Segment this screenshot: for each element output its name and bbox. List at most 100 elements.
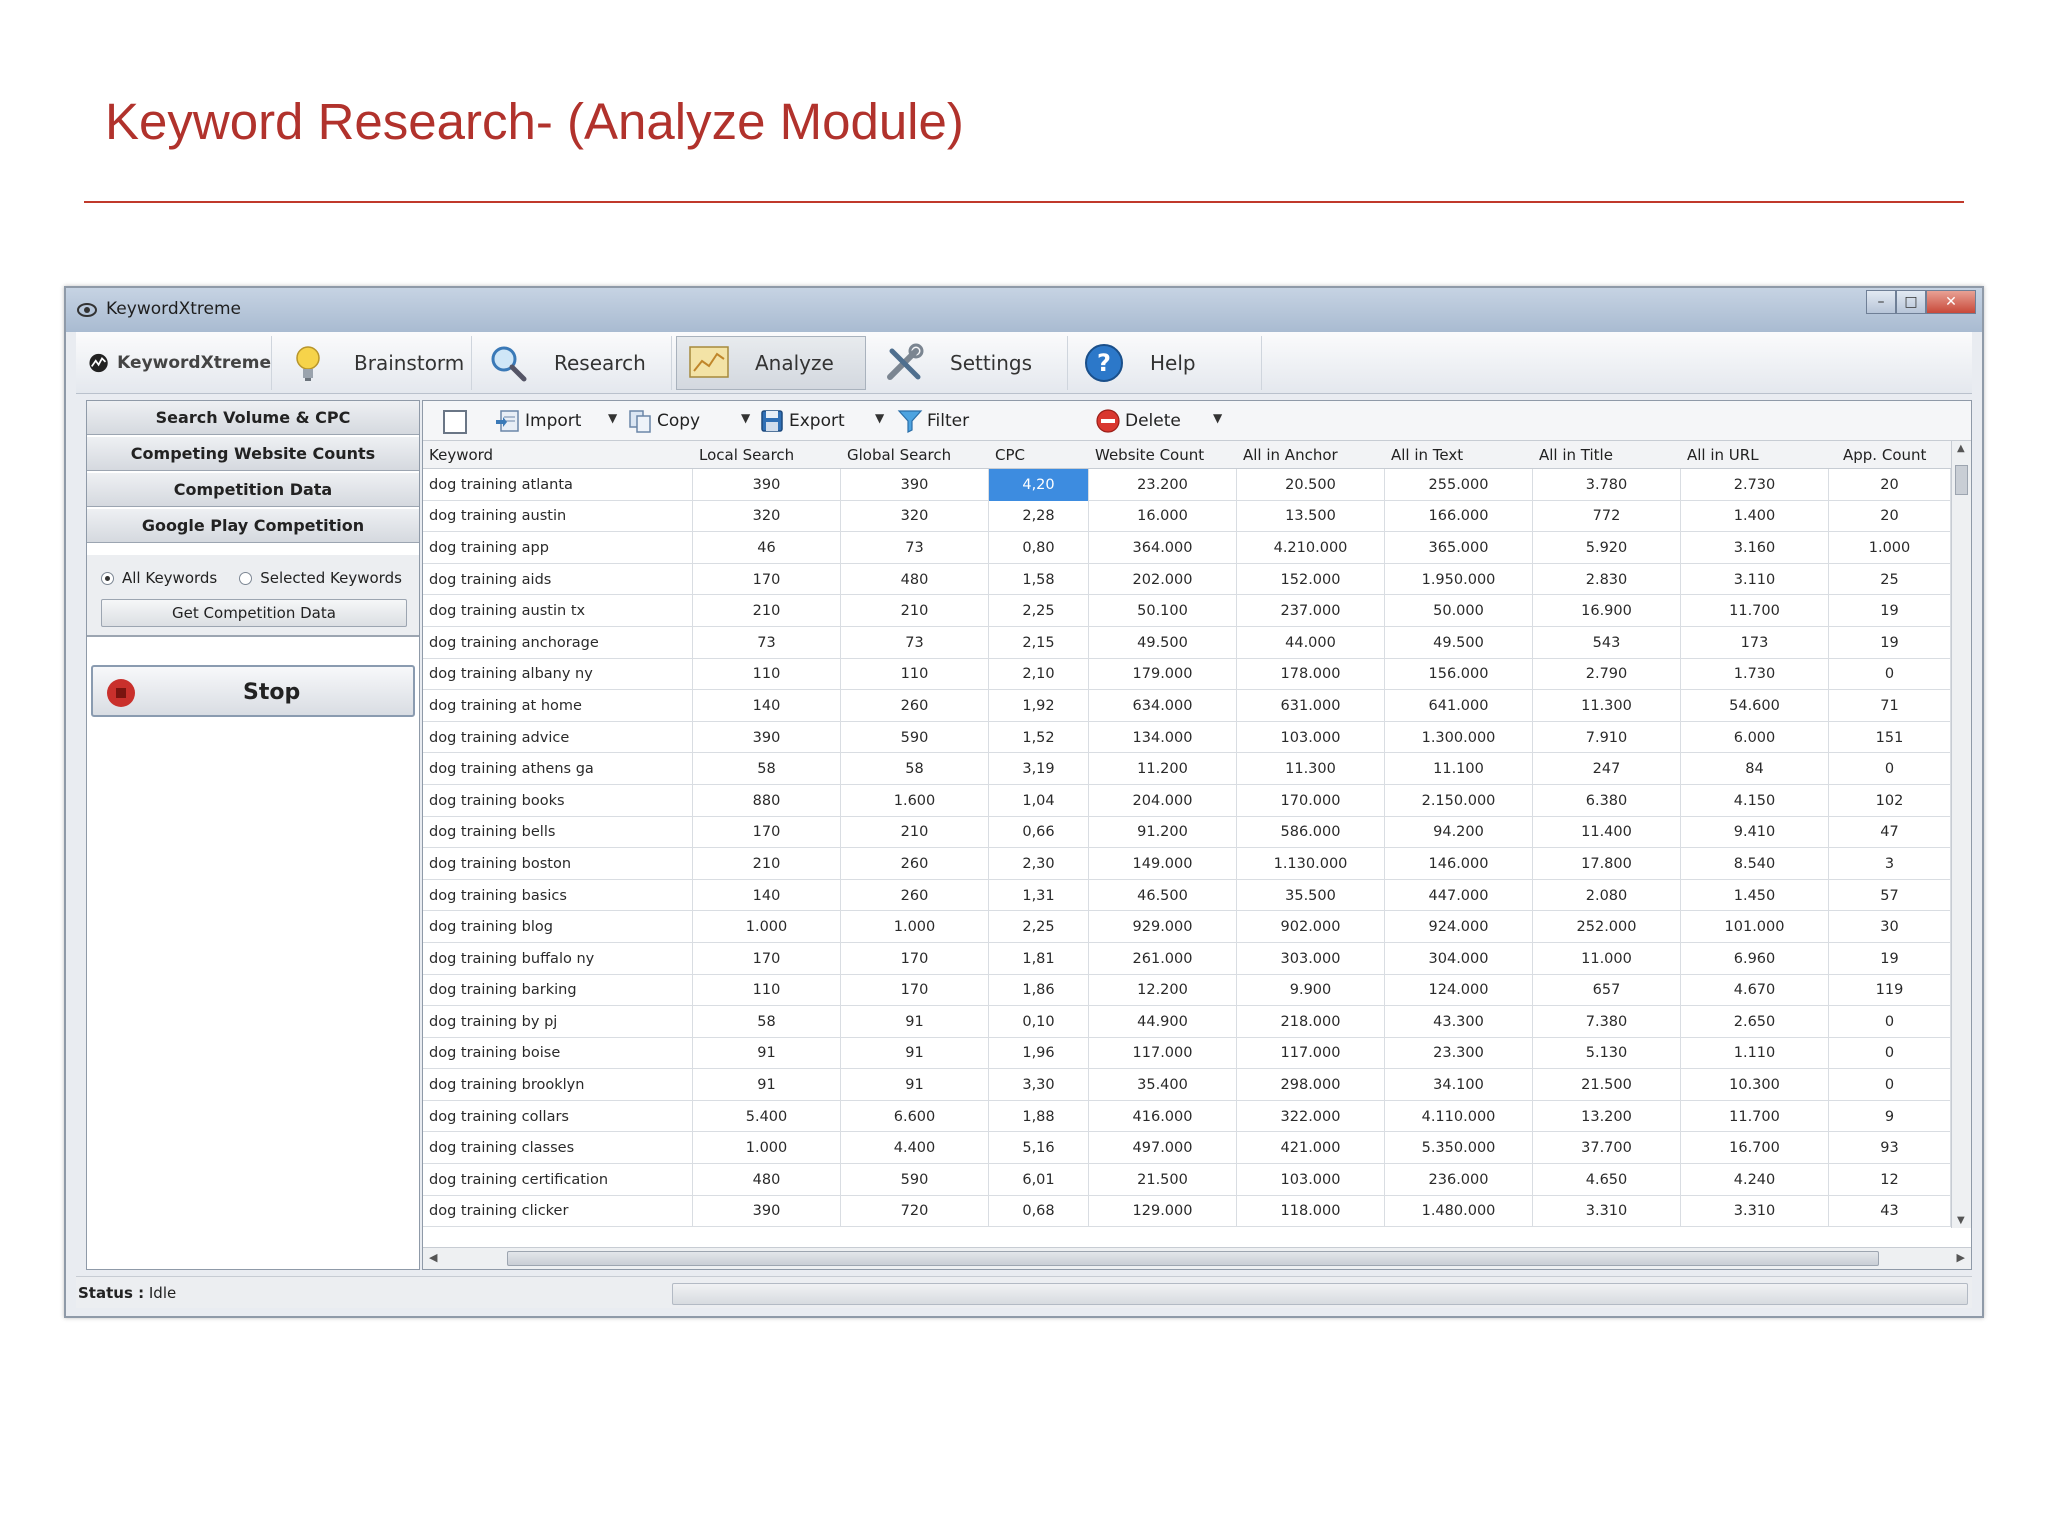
import-button[interactable]: Import [495,407,581,435]
table-row[interactable]: dog training atlanta 390 390 4,20 23.200 20.5… [423,469,1951,501]
cell-all-in-anchor[interactable]: 20.500 [1237,469,1385,501]
cell-local-search[interactable]: 880 [693,784,841,817]
cell-local-search[interactable]: 58 [693,753,841,785]
column-header-all-in-text[interactable]: All in Text [1385,441,1533,469]
column-header-all-in-title[interactable]: All in Title [1533,441,1681,469]
cell-cpc[interactable]: 1,88 [989,1100,1089,1133]
tab-help[interactable]: ? Help [1072,336,1262,390]
cell-keyword[interactable]: dog training buffalo ny [423,942,693,975]
table-row[interactable]: dog training anchorage 73 73 2,15 49.500 44.0… [423,626,1951,659]
all-keywords-radio[interactable] [101,571,114,585]
cell-app-count[interactable]: 71 [1829,690,1951,722]
cell-all-in-title[interactable]: 4.650 [1533,1164,1681,1196]
cell-all-in-title[interactable]: 11.000 [1533,942,1681,975]
table-row[interactable]: dog training albany ny 110 110 2,10 179.000 1… [423,658,1951,691]
cell-keyword[interactable]: dog training classes [423,1132,693,1165]
cell-global-search[interactable]: 58 [841,753,989,785]
cell-all-in-anchor[interactable]: 303.000 [1237,942,1385,975]
cell-all-in-title[interactable]: 5.920 [1533,532,1681,564]
cell-global-search[interactable]: 320 [841,500,989,533]
cell-all-in-text[interactable]: 49.500 [1385,626,1533,659]
cell-app-count[interactable]: 151 [1829,721,1951,754]
tab-home-logo[interactable]: KeywordXtreme [76,336,272,390]
cell-keyword[interactable]: dog training collars [423,1100,693,1133]
vertical-scroll-thumb[interactable] [1955,465,1968,495]
cell-cpc[interactable]: 2,28 [989,500,1089,533]
cell-app-count[interactable]: 20 [1829,500,1951,533]
cell-all-in-text[interactable]: 94.200 [1385,816,1533,849]
cell-all-in-title[interactable]: 11.300 [1533,690,1681,722]
cell-all-in-url[interactable]: 10.300 [1681,1069,1829,1101]
cell-all-in-url[interactable]: 6.960 [1681,942,1829,975]
column-header-keyword[interactable]: Keyword [423,441,693,469]
cell-keyword[interactable]: dog training boise [423,1037,693,1070]
cell-all-in-url[interactable]: 11.700 [1681,595,1829,627]
cell-all-in-url[interactable]: 2.650 [1681,1006,1829,1038]
table-row[interactable]: dog training aids 170 480 1,58 202.000 152.00… [423,563,1951,596]
cell-all-in-anchor[interactable]: 152.000 [1237,563,1385,596]
cell-keyword[interactable]: dog training anchorage [423,626,693,659]
cell-all-in-title[interactable]: 16.900 [1533,595,1681,627]
cell-app-count[interactable]: 3 [1829,848,1951,880]
cell-app-count[interactable]: 0 [1829,1006,1951,1038]
cell-all-in-text[interactable]: 1.950.000 [1385,563,1533,596]
cell-keyword[interactable]: dog training barking [423,974,693,1007]
cell-keyword[interactable]: dog training blog [423,911,693,943]
cell-global-search[interactable]: 260 [841,879,989,912]
cell-app-count[interactable]: 0 [1829,753,1951,785]
cell-global-search[interactable]: 91 [841,1069,989,1101]
cell-local-search[interactable]: 73 [693,626,841,659]
cell-cpc[interactable]: 1,81 [989,942,1089,975]
cell-local-search[interactable]: 390 [693,721,841,754]
cell-keyword[interactable]: dog training brooklyn [423,1069,693,1101]
stop-button[interactable]: Stop [91,665,415,717]
get-competition-data-button[interactable]: Get Competition Data [101,599,407,627]
cell-website-count[interactable]: 416.000 [1089,1100,1237,1133]
cell-all-in-title[interactable]: 7.910 [1533,721,1681,754]
cell-all-in-anchor[interactable]: 11.300 [1237,753,1385,785]
column-header-cpc[interactable]: CPC [989,441,1089,469]
cell-cpc[interactable]: 2,25 [989,595,1089,627]
cell-app-count[interactable]: 0 [1829,658,1951,691]
cell-cpc[interactable]: 1,96 [989,1037,1089,1070]
cell-app-count[interactable]: 43 [1829,1195,1951,1228]
search-volume-cpc-button[interactable]: Search Volume & CPC [87,401,419,435]
cell-all-in-title[interactable]: 3.310 [1533,1195,1681,1228]
cell-global-search[interactable]: 210 [841,816,989,849]
cell-all-in-title[interactable]: 13.200 [1533,1100,1681,1133]
cell-local-search[interactable]: 91 [693,1069,841,1101]
cell-local-search[interactable]: 210 [693,595,841,627]
table-row[interactable]: dog training boise 91 91 1,96 117.000 117.000… [423,1037,1951,1070]
table-row[interactable]: dog training austin tx 210 210 2,25 50.100 23… [423,595,1951,627]
cell-all-in-title[interactable]: 3.780 [1533,469,1681,501]
competing-website-counts-button[interactable]: Competing Website Counts [87,437,419,471]
cell-global-search[interactable]: 91 [841,1006,989,1038]
cell-website-count[interactable]: 50.100 [1089,595,1237,627]
table-row[interactable]: dog training advice 390 590 1,52 134.000 103.… [423,721,1951,754]
cell-all-in-title[interactable]: 5.130 [1533,1037,1681,1070]
cell-all-in-anchor[interactable]: 103.000 [1237,1164,1385,1196]
cell-app-count[interactable]: 47 [1829,816,1951,849]
cell-all-in-title[interactable]: 2.830 [1533,563,1681,596]
cell-global-search[interactable]: 170 [841,942,989,975]
cell-all-in-text[interactable]: 50.000 [1385,595,1533,627]
cell-website-count[interactable]: 21.500 [1089,1164,1237,1196]
cell-all-in-title[interactable]: 21.500 [1533,1069,1681,1101]
cell-all-in-text[interactable]: 166.000 [1385,500,1533,533]
cell-all-in-text[interactable]: 447.000 [1385,879,1533,912]
cell-website-count[interactable]: 204.000 [1089,784,1237,817]
cell-cpc[interactable]: 0,68 [989,1195,1089,1228]
cell-cpc[interactable]: 0,10 [989,1006,1089,1038]
scroll-down-icon[interactable]: ▼ [1957,1215,1965,1226]
cell-all-in-url[interactable]: 6.000 [1681,721,1829,754]
filter-button[interactable]: Filter [897,407,969,435]
select-all-checkbox[interactable] [443,410,467,434]
cell-all-in-url[interactable]: 1.400 [1681,500,1829,533]
cell-keyword[interactable]: dog training aids [423,563,693,596]
cell-all-in-url[interactable]: 9.410 [1681,816,1829,849]
cell-app-count[interactable]: 57 [1829,879,1951,912]
cell-local-search[interactable]: 170 [693,816,841,849]
cell-all-in-url[interactable]: 3.110 [1681,563,1829,596]
cell-website-count[interactable]: 91.200 [1089,816,1237,849]
cell-website-count[interactable]: 129.000 [1089,1195,1237,1228]
